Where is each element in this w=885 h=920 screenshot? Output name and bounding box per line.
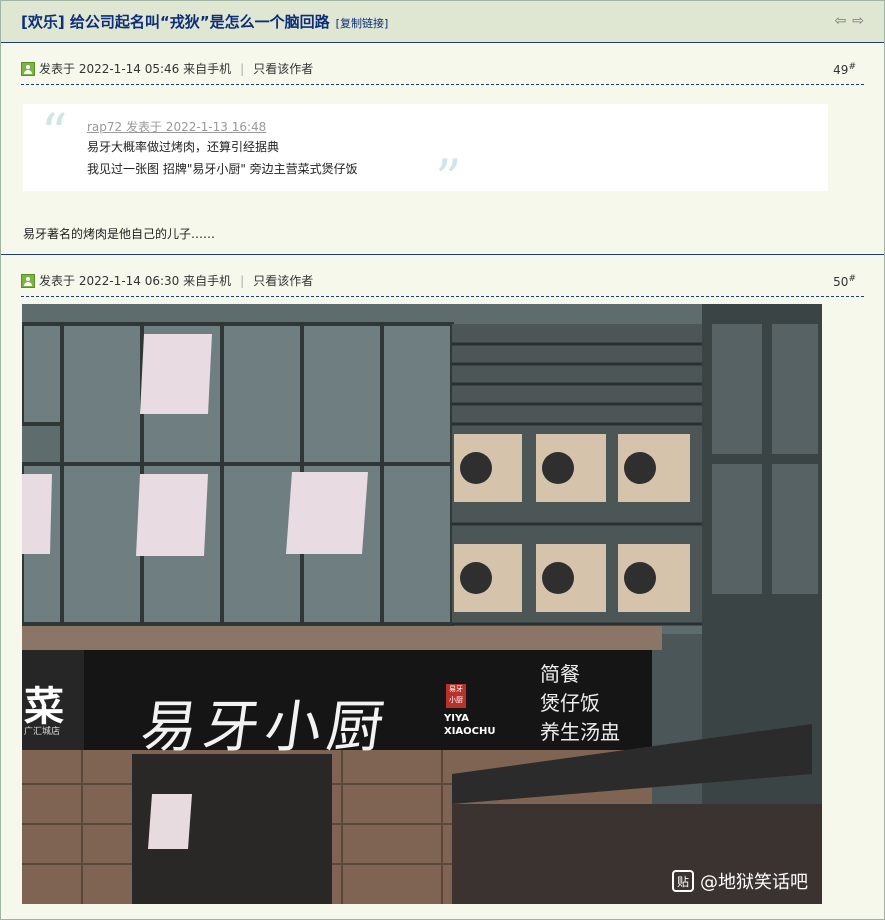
floor-number[interactable]: 50# (833, 274, 856, 289)
only-author-link[interactable]: 只看该作者 (253, 272, 313, 289)
post-header: 发表于 2022-1-14 05:46 来自手机 | 只看该作者 49# (1, 43, 884, 85)
watermark: 贴 @地狱笑话吧 (672, 868, 808, 894)
sign-english: YIYA XIAOCHU (444, 713, 496, 737)
user-icon (21, 273, 35, 288)
tieba-icon: 贴 (672, 870, 694, 892)
quote-line: 我见过一张图 招牌"易牙小厨" 旁边主营菜式煲仔饭 (87, 162, 358, 176)
post-time: 发表于 2022-1-14 05:46 来自手机 (39, 62, 232, 76)
copy-link[interactable]: [复制链接] (336, 17, 389, 30)
meta-divider: | (240, 273, 245, 288)
watermark-text: @地狱笑话吧 (700, 872, 808, 893)
quote-line: 易牙大概率做过烤肉，还算引经据典 (87, 140, 280, 154)
post-body: 易牙著名的烤肉是他自己的儿子…… (23, 227, 216, 241)
thread-title[interactable]: [欢乐] 给公司起名叫“戎狄”是怎么一个脑回路 [复制链接] (21, 11, 388, 32)
post-meta: 发表于 2022-1-14 05:46 来自手机 | 只看该作者 (21, 60, 313, 77)
arrow-left-icon[interactable]: ⇦ (835, 14, 847, 28)
sign-seal: 易牙小厨 (446, 684, 466, 708)
post-image[interactable]: 菜 广汇城店 易牙小厨 易牙小厨 YIYA XIAOCHU 简餐 煲仔饭 养生汤… (22, 304, 822, 904)
quote-author-link[interactable]: rap72 发表于 2022-1-13 16:48 (87, 118, 266, 135)
quote-close-icon: ” (435, 150, 462, 210)
thread-title-bar: [欢乐] 给公司起名叫“戎狄”是怎么一个脑回路 [复制链接] ⇦ ⇨ (1, 1, 884, 43)
sign-left-subtext: 广汇城店 (24, 727, 61, 737)
arrow-right-icon[interactable]: ⇨ (852, 14, 864, 28)
meta-divider: | (240, 61, 245, 76)
quote-open-icon: “ (41, 104, 68, 164)
header-divider (21, 84, 864, 85)
post-49: 发表于 2022-1-14 05:46 来自手机 | 只看该作者 49# “ r… (1, 43, 884, 255)
only-author-link[interactable]: 只看该作者 (253, 60, 313, 77)
quote-block: “ rap72 发表于 2022-1-13 16:48 易牙大概率做过烤肉，还算… (23, 104, 828, 206)
post-header: 发表于 2022-1-14 06:30 来自手机 | 只看该作者 50# (1, 255, 884, 297)
thread-frame: [欢乐] 给公司起名叫“戎狄”是怎么一个脑回路 [复制链接] ⇦ ⇨ 发表于 20… (0, 0, 885, 920)
header-divider (21, 296, 864, 297)
post-time: 发表于 2022-1-14 06:30 来自手机 (39, 274, 232, 288)
user-icon (21, 61, 35, 76)
thread-nav: ⇦ ⇨ (835, 14, 864, 28)
floor-number[interactable]: 49# (833, 62, 856, 77)
sign-main-text: 易牙小厨 (136, 695, 394, 760)
storefront-photo (22, 304, 822, 904)
post-meta: 发表于 2022-1-14 06:30 来自手机 | 只看该作者 (21, 272, 313, 289)
sign-menu: 简餐 煲仔饭 养生汤盅 (540, 662, 620, 744)
